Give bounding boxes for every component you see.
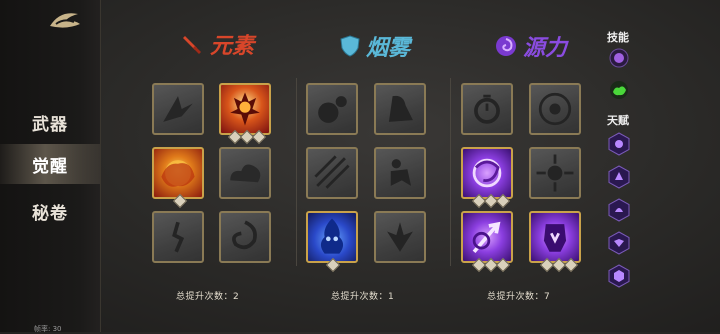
awaken-tile-source-3[interactable] (461, 147, 513, 199)
awaken-tile-element-6[interactable] (219, 211, 271, 263)
talent-hex-icon[interactable] (608, 231, 630, 255)
purple-arrow-icon (472, 221, 501, 253)
awaken-tile-smoke-4[interactable] (374, 147, 426, 199)
column-title-text: 烟雾 (366, 35, 411, 61)
column-title-smoke: 烟雾 (340, 30, 410, 62)
upgrade-pip (563, 257, 579, 273)
upgrade-pip (251, 129, 267, 145)
spiral-eye-icon (538, 92, 572, 126)
awaken-tile-smoke-3[interactable] (306, 147, 358, 199)
upgrade-pips (172, 193, 188, 209)
sidebar-item-awaken[interactable]: 觉醒 (0, 144, 100, 184)
figure-icon (388, 95, 413, 122)
smoke-cloud-icon (230, 164, 261, 183)
column-divider (296, 78, 297, 266)
upgrade-pips (325, 257, 341, 273)
upgrade-pip (172, 193, 188, 209)
column-title-text: 源力 (523, 35, 568, 61)
column-title-source: 源力 (495, 30, 567, 62)
sidebar-item-label: 觉醒 (32, 156, 68, 177)
sidebar-item-label: 秘卷 (32, 203, 68, 224)
explosion-icon (161, 160, 195, 187)
awaken-tile-element-5[interactable] (152, 211, 204, 263)
awaken-tile-source-5[interactable] (461, 211, 513, 263)
fps-counter: 帧率: 30 (34, 325, 62, 333)
sidebar: 武器 觉醒 秘卷 (0, 0, 101, 332)
skills-label: 技能 (607, 31, 629, 44)
logo-icon (50, 13, 80, 28)
upgrade-pips (539, 257, 579, 273)
talent-hex-icon[interactable] (608, 264, 630, 288)
upgrade-count-source: 总提升次数：7 (487, 292, 551, 302)
ghost-flame-icon (320, 218, 344, 254)
crouch-figure-icon (390, 159, 412, 186)
awaken-tile-source-6[interactable] (529, 211, 581, 263)
upgrade-pips (471, 193, 511, 209)
awaken-tile-element-2[interactable] (219, 83, 271, 135)
upgrade-pips (471, 257, 511, 273)
fire-spirit-icon (230, 92, 260, 126)
column-divider (450, 78, 451, 266)
talent-hex-icon[interactable] (608, 132, 630, 156)
skill-icon-green[interactable] (609, 80, 629, 100)
sidebar-item-label: 武器 (32, 114, 68, 135)
awaken-tile-element-1[interactable] (152, 83, 204, 135)
awaken-tile-source-4[interactable] (529, 147, 581, 199)
bomb-icon (318, 96, 347, 123)
sidebar-item-weapons[interactable]: 武器 (0, 102, 100, 142)
skill-icon-purple[interactable] (609, 48, 629, 68)
upgrade-pip (325, 257, 341, 273)
upgrade-count-smoke: 总提升次数：1 (331, 292, 395, 302)
awaken-tile-smoke-6[interactable] (374, 211, 426, 263)
awaken-tile-element-3[interactable] (152, 147, 204, 199)
purple-mask-icon (543, 224, 567, 252)
awaken-tile-source-1[interactable] (461, 83, 513, 135)
burst-icon (387, 222, 413, 252)
shield-icon (340, 35, 360, 57)
sidebar-item-secret-scroll[interactable]: 秘卷 (0, 191, 100, 231)
purple-orb-icon (472, 158, 502, 188)
awaken-tile-smoke-2[interactable] (374, 83, 426, 135)
column-title-text: 元素 (210, 33, 255, 59)
talent-hex-icon[interactable] (608, 165, 630, 189)
talents-label: 天赋 (607, 114, 629, 127)
arrows-icon (314, 155, 350, 189)
talent-hex-icon[interactable] (608, 198, 630, 222)
vortex-icon (232, 220, 257, 250)
column-title-element: 元素 (182, 28, 254, 60)
awaken-tile-smoke-5[interactable] (306, 211, 358, 263)
awaken-tile-source-2[interactable] (529, 83, 581, 135)
shatter-icon (536, 154, 574, 192)
sword-icon (183, 36, 201, 54)
swirl-icon (496, 36, 516, 56)
awaken-tile-smoke-1[interactable] (306, 83, 358, 135)
blade-burst-icon (163, 96, 193, 122)
upgrade-pip (495, 193, 511, 209)
upgrade-pips (227, 129, 267, 145)
awaken-tile-element-4[interactable] (219, 147, 271, 199)
stopwatch-icon (474, 94, 500, 124)
crack-icon (172, 221, 185, 253)
upgrade-count-element: 总提升次数：2 (176, 292, 240, 302)
upgrade-pip (495, 257, 511, 273)
